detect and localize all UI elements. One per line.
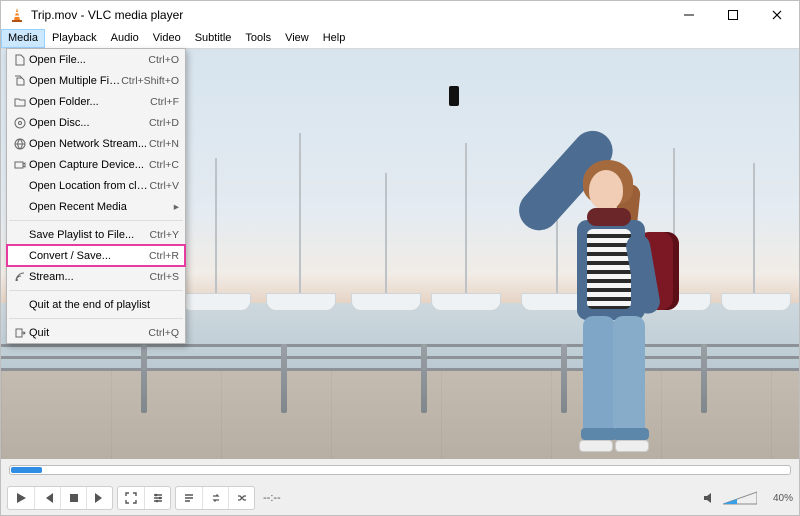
menu-item-label: Open Disc...: [29, 117, 149, 129]
menu-item[interactable]: Stream...Ctrl+S: [7, 266, 185, 287]
window-controls: [667, 1, 799, 29]
menu-help[interactable]: Help: [316, 29, 353, 48]
menu-tools[interactable]: Tools: [238, 29, 278, 48]
loop-button[interactable]: [202, 487, 228, 509]
menu-item[interactable]: Open Folder...Ctrl+F: [7, 91, 185, 112]
stop-button[interactable]: [60, 487, 86, 509]
disc-icon: [11, 117, 29, 129]
menu-item[interactable]: Save Playlist to File...Ctrl+Y: [7, 224, 185, 245]
menu-item-label: Stream...: [29, 271, 150, 283]
menu-item-label: Quit: [29, 327, 148, 339]
menu-item-label: Open Network Stream...: [29, 138, 149, 150]
menu-item-shortcut: Ctrl+C: [149, 159, 179, 171]
menu-item-shortcut: Ctrl+Shift+O: [121, 75, 179, 87]
prev-track-button[interactable]: [34, 487, 60, 509]
menu-item-shortcut: Ctrl+V: [150, 180, 179, 192]
menu-item-label: Quit at the end of playlist: [29, 299, 179, 311]
folder-icon: [11, 96, 29, 108]
menu-item-shortcut: Ctrl+O: [148, 54, 179, 66]
titlebar: Trip.mov - VLC media player: [1, 1, 799, 29]
volume-slider[interactable]: [723, 491, 757, 505]
menu-playback[interactable]: Playback: [45, 29, 104, 48]
extended-settings-button[interactable]: [144, 487, 170, 509]
menu-item-label: Open File...: [29, 54, 148, 66]
stream-icon: [11, 271, 29, 283]
next-track-button[interactable]: [86, 487, 112, 509]
menu-item-shortcut: Ctrl+Y: [150, 229, 179, 241]
app-window: Trip.mov - VLC media player Media Playba…: [0, 0, 800, 516]
menu-item-label: Open Multiple Files...: [29, 75, 121, 87]
playback-group: [7, 486, 113, 510]
menu-item[interactable]: Open Multiple Files...Ctrl+Shift+O: [7, 70, 185, 91]
menu-item-shortcut: Ctrl+S: [150, 271, 179, 283]
menu-item[interactable]: Open Network Stream...Ctrl+N: [7, 133, 185, 154]
menu-media[interactable]: Media: [1, 29, 45, 48]
capture-icon: [11, 159, 29, 171]
menu-item[interactable]: Quit at the end of playlist: [7, 294, 185, 315]
menu-item-label: Open Capture Device...: [29, 159, 149, 171]
menu-item-label: Open Folder...: [29, 96, 150, 108]
menu-item[interactable]: Open Recent Media: [7, 196, 185, 217]
seek-fill: [11, 467, 42, 473]
maximize-button[interactable]: [711, 1, 755, 29]
menu-item-shortcut: Ctrl+Q: [148, 327, 179, 339]
network-icon: [11, 138, 29, 150]
menu-item[interactable]: QuitCtrl+Q: [7, 322, 185, 343]
close-button[interactable]: [755, 1, 799, 29]
vlc-cone-icon: [9, 7, 25, 23]
menu-item-shortcut: Ctrl+N: [149, 138, 179, 150]
menu-item[interactable]: Open Capture Device...Ctrl+C: [7, 154, 185, 175]
seek-bar: [1, 459, 799, 481]
menu-audio[interactable]: Audio: [104, 29, 146, 48]
time-display: --:--: [263, 492, 699, 504]
volume-readout: 40%: [763, 493, 793, 504]
view-group: [117, 486, 171, 510]
menu-item-shortcut: Ctrl+F: [150, 96, 179, 108]
menu-item[interactable]: Open Disc...Ctrl+D: [7, 112, 185, 133]
files-icon: [11, 75, 29, 87]
menubar: Media Playback Audio Video Subtitle Tool…: [1, 29, 799, 49]
quit-icon: [11, 327, 29, 339]
menu-item[interactable]: Convert / Save...Ctrl+R: [7, 245, 185, 266]
menu-subtitle[interactable]: Subtitle: [188, 29, 239, 48]
media-menu-dropdown: Open File...Ctrl+OOpen Multiple Files...…: [6, 48, 186, 344]
mute-icon[interactable]: [703, 492, 717, 504]
menu-item-label: Open Recent Media: [29, 201, 166, 213]
file-icon: [11, 54, 29, 66]
play-button[interactable]: [8, 487, 34, 509]
minimize-button[interactable]: [667, 1, 711, 29]
menu-video[interactable]: Video: [146, 29, 188, 48]
menu-item[interactable]: Open Location from clipboardCtrl+V: [7, 175, 185, 196]
menu-item-label: Convert / Save...: [29, 250, 149, 262]
volume-control: 40%: [703, 491, 793, 505]
playlist-button[interactable]: [176, 487, 202, 509]
menu-item-shortcut: Ctrl+R: [149, 250, 179, 262]
playlist-group: [175, 486, 255, 510]
menu-item-label: Save Playlist to File...: [29, 229, 150, 241]
window-title: Trip.mov - VLC media player: [31, 8, 667, 22]
fullscreen-button[interactable]: [118, 487, 144, 509]
menu-view[interactable]: View: [278, 29, 316, 48]
menu-item[interactable]: Open File...Ctrl+O: [7, 49, 185, 70]
menu-item-shortcut: Ctrl+D: [149, 117, 179, 129]
seek-track[interactable]: [9, 465, 791, 475]
shuffle-button[interactable]: [228, 487, 254, 509]
controls-bar: --:-- 40%: [1, 481, 799, 515]
menu-item-label: Open Location from clipboard: [29, 180, 150, 192]
menu-item-shortcut: [166, 201, 179, 213]
